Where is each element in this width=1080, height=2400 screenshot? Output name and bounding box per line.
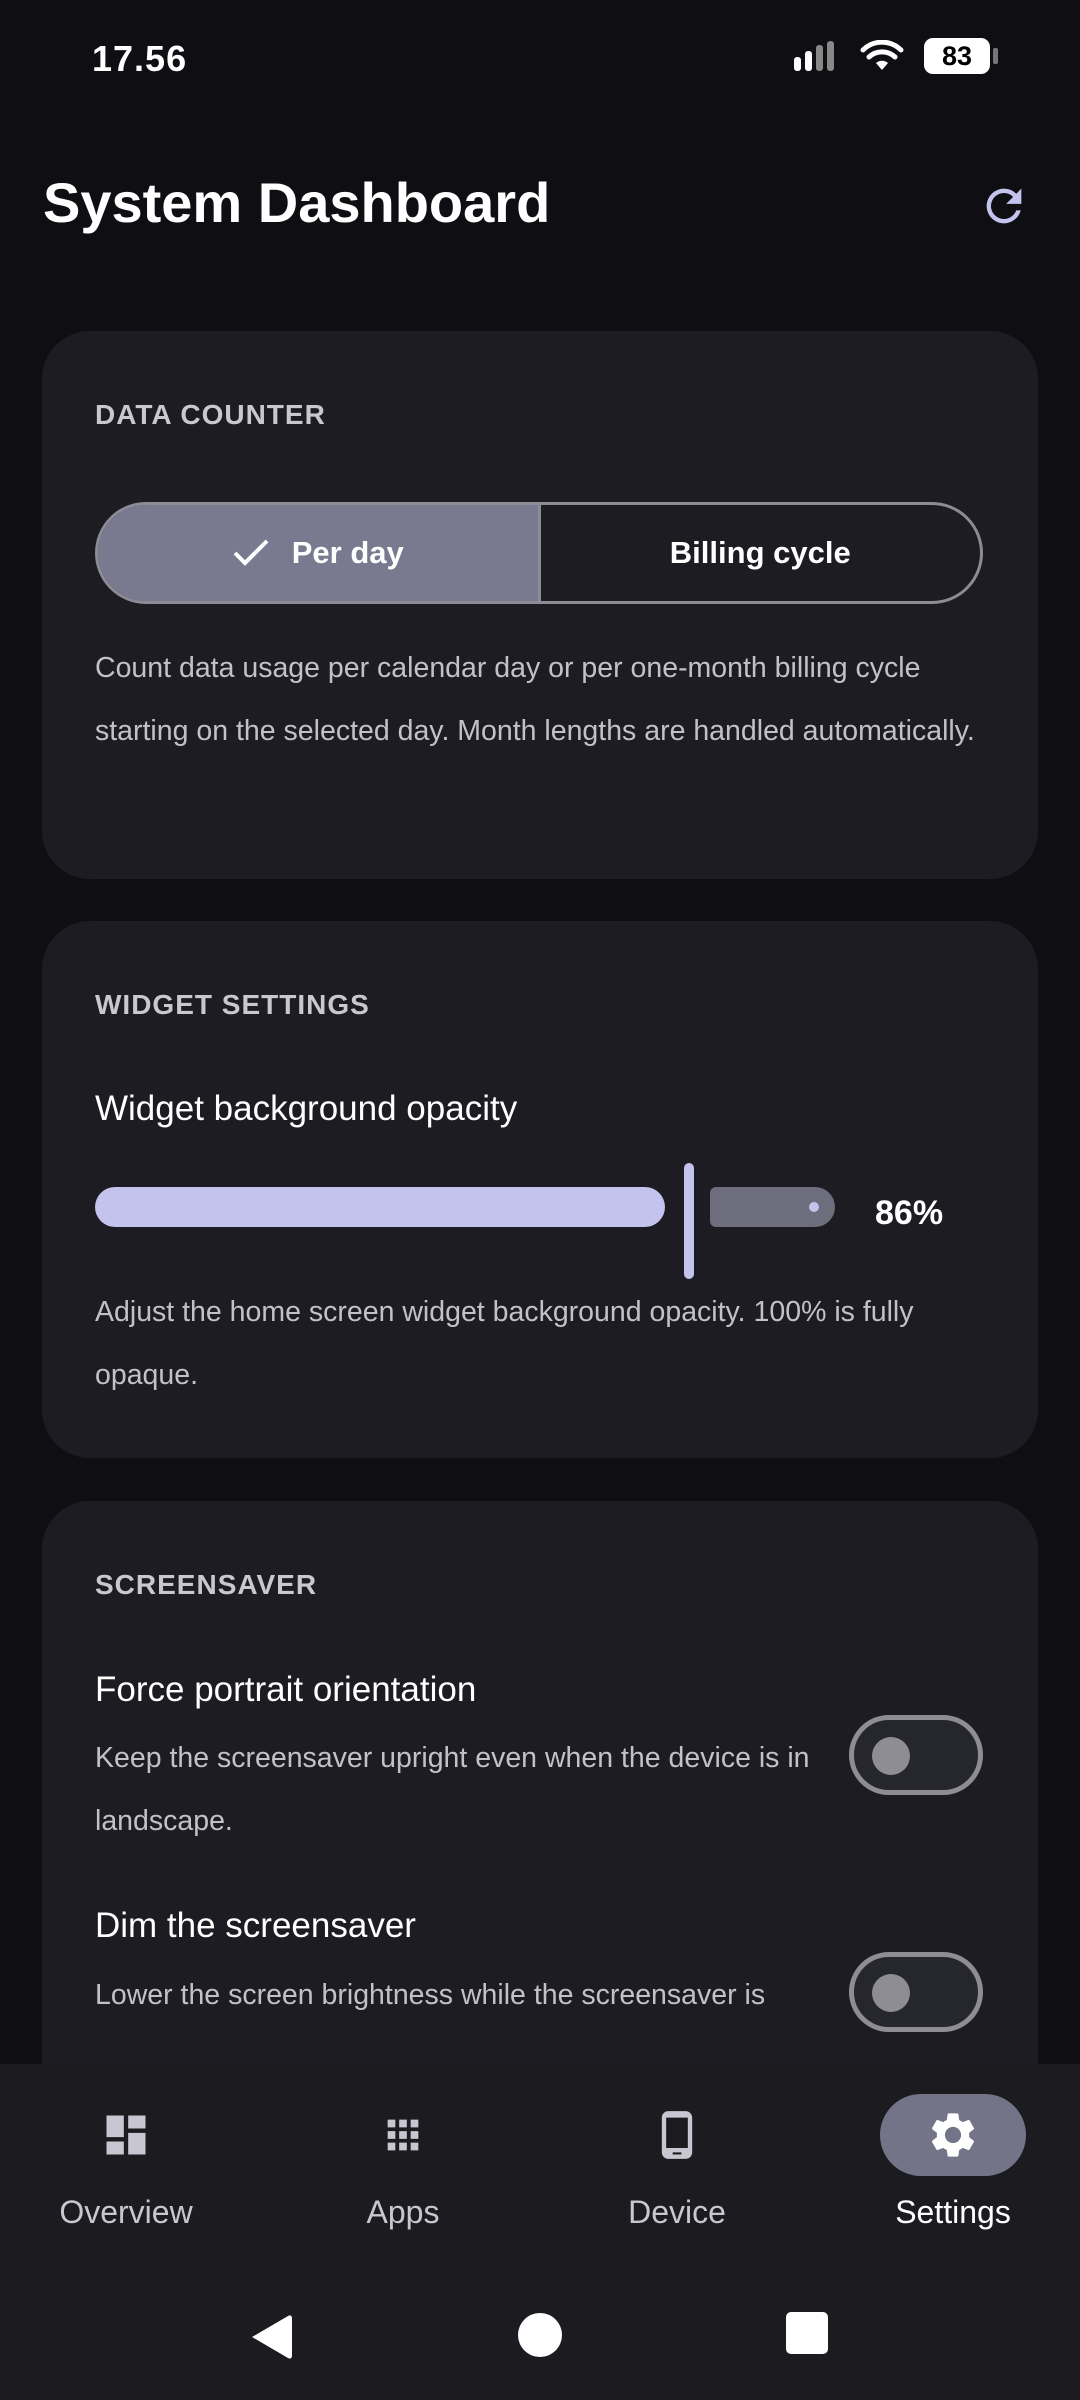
- nav-label-overview: Overview: [59, 2194, 193, 2230]
- billing-cycle-option[interactable]: Billing cycle: [541, 505, 981, 601]
- per-day-option[interactable]: Per day: [98, 505, 541, 601]
- slider-active-track: [95, 1187, 665, 1227]
- refresh-icon: [986, 188, 1022, 224]
- dim-screensaver-toggle[interactable]: [849, 1952, 983, 2032]
- status-time: 17.56: [92, 38, 188, 79]
- status-bar: 17.56 83: [0, 0, 1080, 120]
- data-counter-description: Count data usage per calendar day or per…: [95, 652, 975, 747]
- nav-item-apps[interactable]: Apps: [268, 2094, 538, 2264]
- opacity-slider[interactable]: [95, 1163, 835, 1279]
- page-title: System Dashboard: [43, 171, 551, 234]
- toggle-knob: [872, 1737, 910, 1775]
- force-portrait-description: Keep the screensaver upright even when t…: [95, 1742, 810, 1837]
- data-counter-card: DATA COUNTER Per day Billing cycle Count…: [42, 331, 1038, 879]
- data-counter-segmented-control: Per day Billing cycle: [95, 502, 983, 604]
- toggle-knob: [872, 1974, 910, 2012]
- slider-inactive-track: [710, 1187, 835, 1227]
- section-title-data-counter: DATA COUNTER: [95, 399, 326, 430]
- opacity-label: Widget background opacity: [95, 1089, 518, 1128]
- signal-icon: [794, 41, 834, 71]
- billing-cycle-label: Billing cycle: [669, 535, 851, 570]
- screensaver-card: SCREENSAVER Force portrait orientation K…: [42, 1501, 1038, 2101]
- nav-label-device: Device: [628, 2194, 726, 2230]
- battery-icon: 83: [924, 38, 998, 74]
- force-portrait-title: Force portrait orientation: [95, 1670, 477, 1709]
- dim-screensaver-description: Lower the screen brightness while the sc…: [95, 1979, 766, 2011]
- nav-label-settings: Settings: [895, 2194, 1011, 2230]
- dim-screensaver-title: Dim the screensaver: [95, 1906, 416, 1945]
- slider-stop-indicator: [809, 1202, 819, 1212]
- slider-thumb[interactable]: [684, 1163, 694, 1279]
- status-icons: 83: [794, 38, 998, 74]
- phone-icon: [661, 2111, 693, 2159]
- widget-settings-description: Adjust the home screen widget background…: [95, 1296, 914, 1391]
- per-day-label: Per day: [291, 535, 404, 570]
- nav-item-settings[interactable]: Settings: [818, 2094, 1080, 2264]
- gear-icon: [931, 2113, 975, 2157]
- home-icon[interactable]: [517, 2312, 563, 2358]
- wifi-icon: [860, 40, 904, 70]
- apps-grid-icon: [387, 2119, 419, 2151]
- force-portrait-toggle[interactable]: [849, 1715, 983, 1795]
- dashboard-icon: [106, 2115, 146, 2155]
- nav-label-apps: Apps: [366, 2194, 440, 2230]
- nav-item-overview[interactable]: Overview: [0, 2094, 261, 2264]
- opacity-value: 86%: [875, 1194, 944, 1232]
- system-navigation-bar: [0, 2280, 1080, 2400]
- section-title-widget-settings: WIDGET SETTINGS: [95, 989, 370, 1020]
- widget-settings-card: WIDGET SETTINGS Widget background opacit…: [42, 921, 1038, 1458]
- recents-icon[interactable]: [786, 2312, 828, 2354]
- refresh-button[interactable]: [968, 170, 1040, 242]
- section-title-screensaver: SCREENSAVER: [95, 1569, 318, 1600]
- back-icon[interactable]: [248, 2312, 294, 2362]
- check-icon: [233, 539, 269, 566]
- nav-item-device[interactable]: Device: [542, 2094, 812, 2264]
